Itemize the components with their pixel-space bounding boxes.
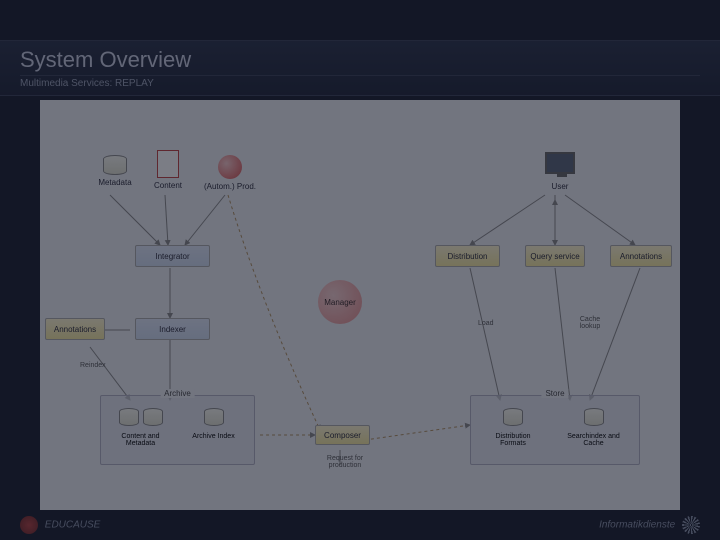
reindex-label: Reindex — [80, 362, 106, 369]
autoprod-label: (Autom.) Prod. — [200, 182, 260, 191]
footer-right: Informatikdienste — [599, 516, 700, 534]
store-group: Store Distribution Formats Searchindex a… — [470, 395, 640, 465]
archive-index-label: Archive Index — [191, 433, 236, 440]
sphere-icon — [218, 155, 242, 179]
archive-group-title: Archive — [160, 389, 195, 398]
user-node: User — [535, 152, 585, 191]
request-prod-label: Request for production — [315, 455, 375, 469]
metadata-label: Metadata — [95, 178, 135, 187]
database-icon — [204, 408, 224, 426]
database-icon — [103, 155, 127, 175]
footer-left-text: EDUCAUSE — [45, 520, 101, 531]
content-label: Content — [148, 181, 188, 190]
dist-formats-store: Distribution Formats — [483, 408, 543, 447]
indexer-box: Indexer — [135, 318, 210, 340]
slide-header: System Overview Multimedia Services: REP… — [0, 40, 720, 96]
manager-node: Manager — [318, 280, 362, 324]
dist-formats-label: Distribution Formats — [483, 433, 543, 447]
database-icon — [503, 408, 523, 426]
query-service-box: Query service — [525, 245, 585, 267]
database-icon — [584, 408, 604, 426]
footer-right-text: Informatikdienste — [599, 520, 675, 531]
content-metadata-label: Content and Metadata — [113, 433, 168, 447]
page-subtitle: Multimedia Services: REPLAY — [20, 75, 700, 89]
load-label: Load — [478, 320, 494, 327]
monitor-icon — [545, 152, 575, 174]
footer-left: EDUCAUSE — [20, 516, 100, 534]
footer: EDUCAUSE Informatikdienste — [20, 516, 700, 534]
autoprod-node: (Autom.) Prod. — [200, 155, 260, 191]
user-label: User — [535, 182, 585, 191]
composer-box: Composer — [315, 425, 370, 445]
searchindex-store: Searchindex and Cache — [561, 408, 626, 447]
annotations-left-box: Annotations — [45, 318, 105, 340]
annotations-right-box: Annotations — [610, 245, 672, 267]
diagram-canvas: Metadata Content (Autom.) Prod. User Int… — [40, 100, 680, 510]
metadata-node: Metadata — [95, 155, 135, 187]
archive-group: Archive Content and Metadata Archive Ind… — [100, 395, 255, 465]
educause-logo-icon — [20, 516, 38, 534]
distribution-box: Distribution — [435, 245, 500, 267]
sun-logo-icon — [682, 516, 700, 534]
database-icon — [119, 408, 139, 426]
store-group-title: Store — [541, 389, 568, 398]
cache-lookup-label: Cache lookup — [570, 316, 610, 330]
database-icon — [143, 408, 163, 426]
content-node: Content — [148, 150, 188, 190]
archive-index-store: Archive Index — [191, 408, 236, 440]
content-metadata-store: Content and Metadata — [113, 408, 168, 447]
integrator-box: Integrator — [135, 245, 210, 267]
page-title: System Overview — [20, 47, 700, 73]
searchindex-label: Searchindex and Cache — [561, 433, 626, 447]
document-icon — [157, 150, 179, 178]
